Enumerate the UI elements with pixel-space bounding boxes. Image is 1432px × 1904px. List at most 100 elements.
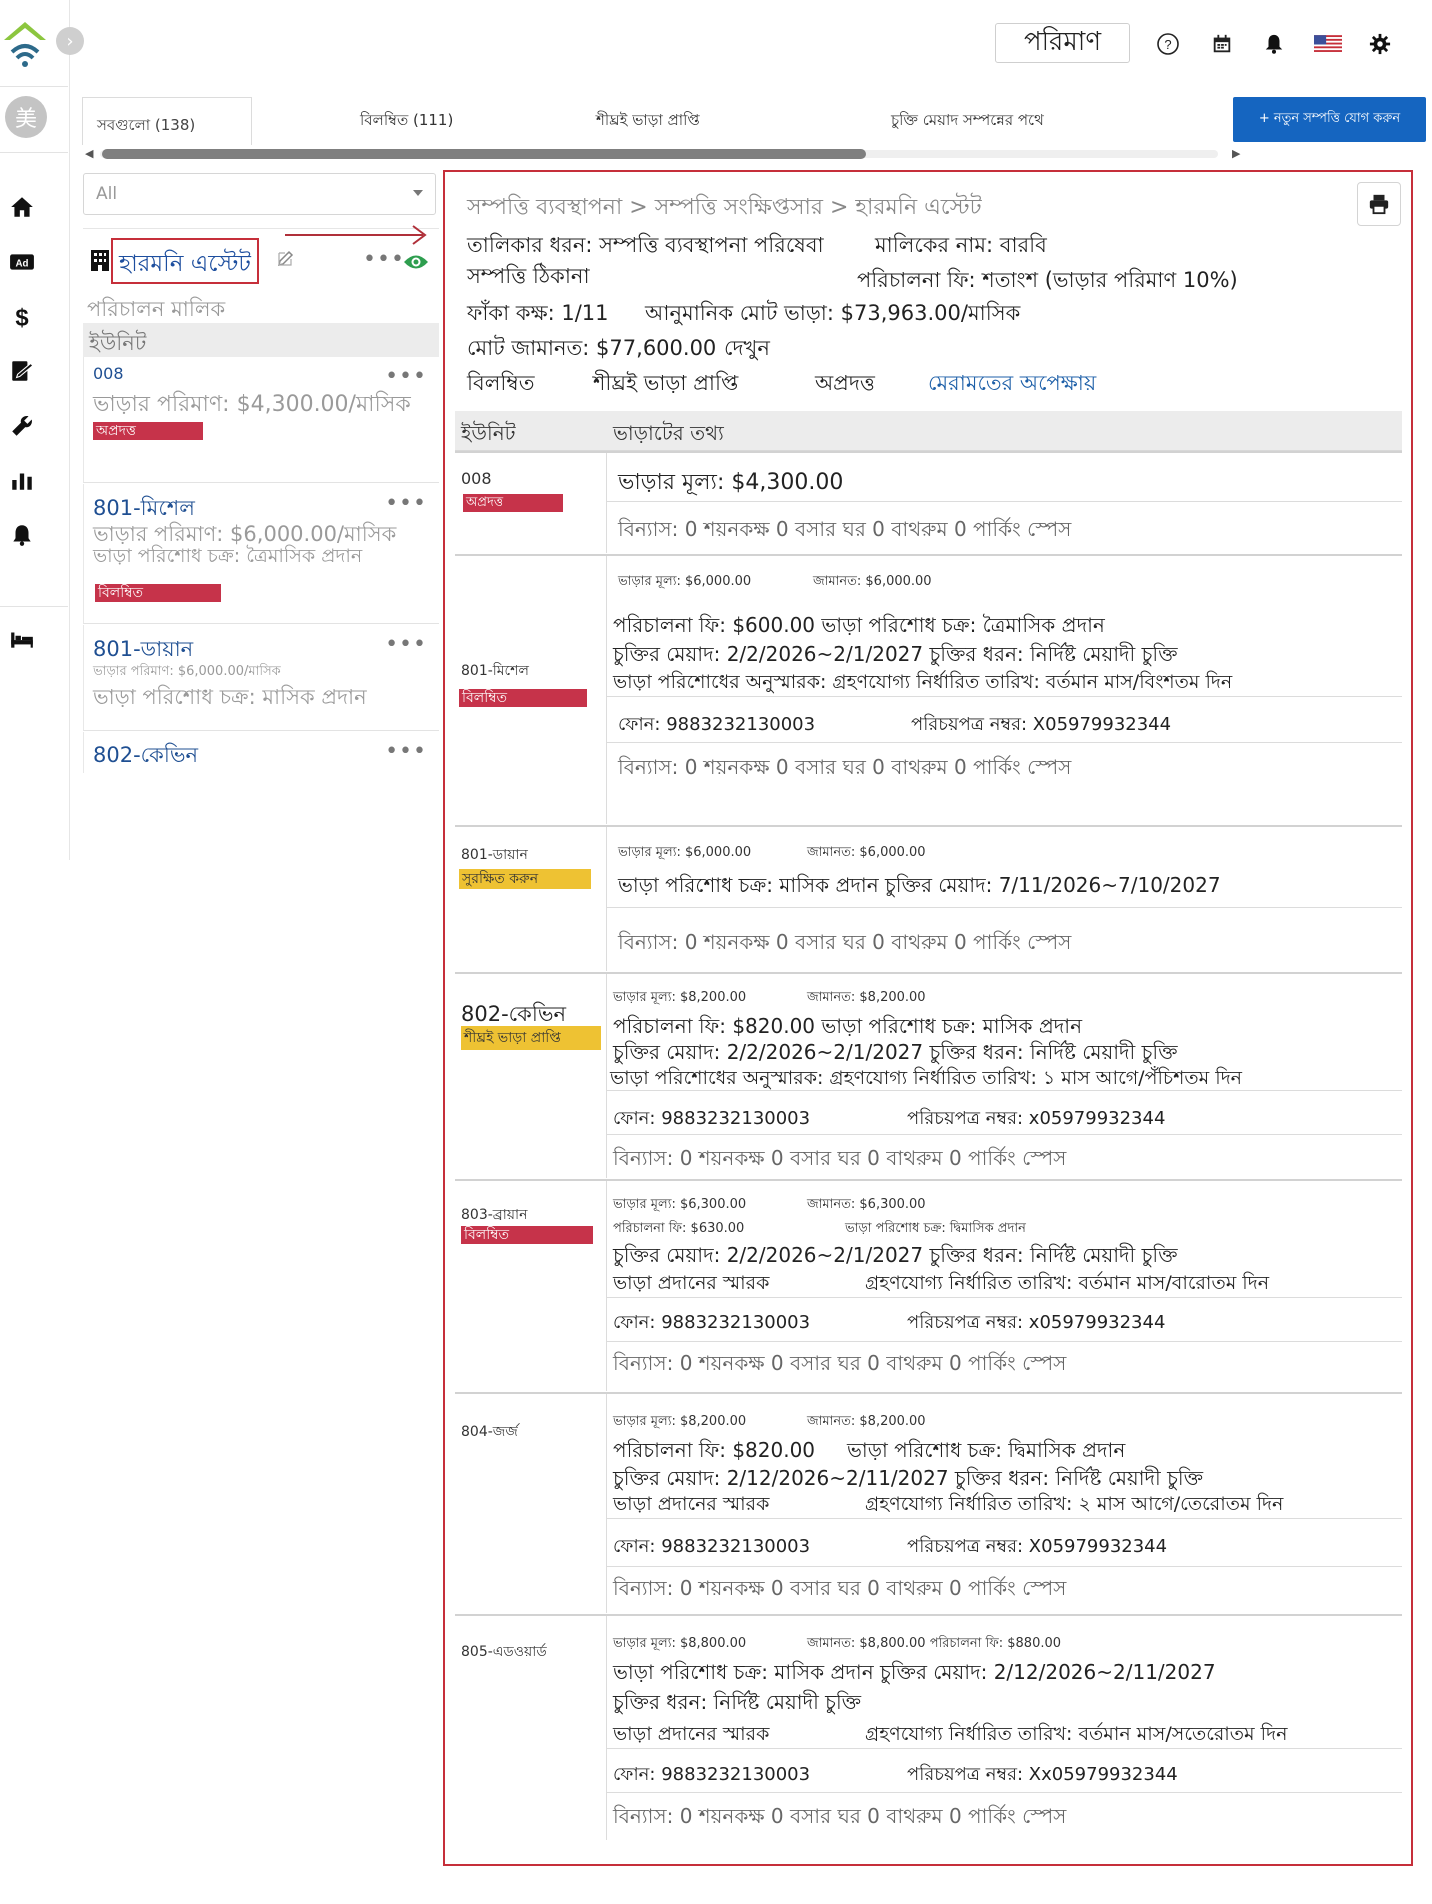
status-filter-pending-repair[interactable]: মেরামতের অপেক্ষায় xyxy=(928,367,1096,402)
unit-payment-cycle: ভাড়া পরিশোধ চক্র: মাসিক প্রদান xyxy=(93,685,367,709)
deposit-amount: জামানত: $6,000.00 xyxy=(813,574,932,589)
management-fee: পরিচালনা ফি: শতাংশ (ভাড়ার পরিমাণ 10%) xyxy=(857,268,1238,292)
row-unit-name: 801-ডায়ান xyxy=(461,847,528,863)
wrench-icon[interactable] xyxy=(9,413,35,439)
us-flag-icon[interactable] xyxy=(1313,30,1343,58)
more-options-icon[interactable]: ••• xyxy=(385,741,427,763)
tab-all-label: সবগুলো (138) xyxy=(97,116,196,134)
status-badge: সুরক্ষিত করুন xyxy=(459,869,591,889)
units-table-header: ইউনিট ভাড়াটের তথ্য xyxy=(455,411,1402,451)
status-badge: শীঘ্রই ভাড়া প্রাপ্তি xyxy=(461,1026,601,1050)
home-icon[interactable] xyxy=(9,194,35,220)
app-logo[interactable] xyxy=(2,18,48,68)
printer-icon xyxy=(1369,194,1389,215)
print-button[interactable] xyxy=(1357,182,1401,226)
property-name[interactable]: হারমনি এস্টেট xyxy=(111,238,259,284)
rent-price: ভাড়ার মূল্য: $8,800.00 xyxy=(613,1636,747,1651)
unit-layout: বিন্যাস: 0 শয়নকক্ষ 0 বসার ঘর 0 বাথরুম 0… xyxy=(613,1576,1067,1600)
status-filter-overdue[interactable]: বিলম্বিত xyxy=(467,367,534,402)
more-options-icon[interactable]: ••• xyxy=(385,366,427,388)
column-header-unit: ইউনিট xyxy=(461,421,516,445)
unit-list-item[interactable]: 801-ডায়ান ••• ভাড়ার পরিমাণ: $6,000.00/… xyxy=(83,625,439,731)
rail-divider xyxy=(0,606,68,607)
deposit-amount: জামানত: $8,200.00 xyxy=(807,990,926,1005)
scroll-right-arrow-icon[interactable]: ▶ xyxy=(1232,147,1240,160)
unit-name: 802-কেভিন xyxy=(93,743,199,767)
tab-overdue-label: বিলম্বিত (111) xyxy=(360,110,454,129)
tenant-phone: ফোন: 9883232130003 xyxy=(618,714,816,735)
avatar-text: 美 xyxy=(14,107,37,132)
row-divider xyxy=(607,501,1402,502)
ad-icon[interactable]: Ad xyxy=(9,249,35,275)
measure-button[interactable]: পরিমাণ xyxy=(995,23,1130,63)
table-row[interactable]: 804-জর্জ ভাড়ার মূল্য: $8,200.00 জামানত:… xyxy=(455,1392,1402,1613)
table-row[interactable]: 805-এডওয়ার্ড ভাড়ার মূল্য: $8,800.00 জা… xyxy=(455,1614,1402,1840)
bar-chart-icon[interactable] xyxy=(9,467,35,493)
row-divider xyxy=(607,1090,1402,1091)
property-filter-select[interactable]: All xyxy=(83,173,436,215)
payment-cycle: ভাড়া পরিশোধ চক্র: দ্বিমাসিক প্রদান xyxy=(845,1221,1026,1236)
management-fee: পরিচালনা ফি: $630.00 xyxy=(613,1221,745,1236)
tab-rent-due-soon-label: শীঘ্রই ভাড়া প্রাপ্তি xyxy=(596,110,700,129)
status-filter-rent-due-soon[interactable]: শীঘ্রই ভাড়া প্রাপ্তি xyxy=(593,367,738,402)
rent-price: ভাড়ার মূল্য: $4,300.00 xyxy=(618,470,844,495)
view-deposit-link[interactable]: দেখুন xyxy=(724,332,770,367)
contract-edit-icon[interactable] xyxy=(9,358,35,384)
row-divider xyxy=(607,1792,1402,1793)
filter-value: All xyxy=(96,184,118,204)
tenant-phone: ফোন: 9883232130003 xyxy=(613,1536,811,1557)
add-property-button[interactable]: + নতুন সম্পত্তি যোগ করুন xyxy=(1233,97,1426,142)
tabs-scrollbar[interactable]: ◀ ▶ xyxy=(82,147,1244,160)
more-options-icon[interactable]: ••• xyxy=(385,634,427,656)
chevron-right-icon[interactable]: › xyxy=(56,27,84,55)
vacancy-count: ফাঁকা কক্ষ: 1/11 xyxy=(467,301,609,325)
measure-button-label: পরিমাণ xyxy=(1023,27,1102,57)
unit-rent-amount: ভাড়ার পরিমাণ: $6,000.00/মাসিক xyxy=(93,664,281,679)
property-name-text: হারমনি এস্টেট xyxy=(119,251,251,277)
arrow-annotation xyxy=(285,225,427,245)
more-options-icon[interactable]: ••• xyxy=(363,249,405,271)
row-divider xyxy=(607,696,1402,697)
row-unit-name: 804-জর্জ xyxy=(461,1424,518,1440)
bell-icon[interactable] xyxy=(9,522,35,548)
chevron-down-icon xyxy=(413,190,423,196)
table-row[interactable]: 801-মিশেল বিলম্বিত ভাড়ার মূল্য: $6,000.… xyxy=(455,554,1402,824)
tab-all[interactable]: সবগুলো (138) xyxy=(82,97,252,145)
add-property-label: + নতুন সম্পত্তি যোগ করুন xyxy=(1258,111,1401,126)
unit-list-item[interactable]: 008 ••• ভাড়ার পরিমাণ: $4,300.00/মাসিক অ… xyxy=(83,357,439,483)
building-icon xyxy=(91,250,109,271)
unit-layout: বিন্যাস: 0 শয়নকক্ষ 0 বসার ঘর 0 বাথরুম 0… xyxy=(613,1351,1067,1375)
rent-price: ভাড়ার মূল্য: $6,300.00 xyxy=(613,1197,747,1212)
left-rail: 美 Ad $ xyxy=(0,0,70,860)
tab-lease-expiring[interactable]: চুক্তি মেয়াদ সম্পন্নের পথে xyxy=(891,97,1044,145)
tenant-id-number: পরিচয়পত্র নম্বর: Xx05979932344 xyxy=(907,1764,1178,1785)
dollar-icon[interactable]: $ xyxy=(9,304,35,332)
settings-gear-icon[interactable] xyxy=(1366,30,1394,58)
avatar[interactable]: 美 xyxy=(5,96,47,138)
bed-icon[interactable] xyxy=(9,626,35,652)
tenant-id-number: পরিচয়পত্র নম্বর: x05979932344 xyxy=(907,1108,1166,1129)
unit-list-item[interactable]: 801-মিশেল ••• ভাড়ার পরিমাণ: $6,000.00/ম… xyxy=(83,484,439,624)
rail-divider xyxy=(0,152,68,153)
table-row[interactable]: 801-ডায়ান সুরক্ষিত করুন ভাড়ার মূল্য: $… xyxy=(455,825,1402,971)
table-row[interactable]: 008 অপ্রদত্ত ভাড়ার মূল্য: $4,300.00 বিন… xyxy=(455,451,1402,553)
row-unit-name: 008 xyxy=(461,469,492,488)
listing-type: তালিকার ধরন: সম্পত্তি ব্যবস্থাপনা পরিষেব… xyxy=(467,233,824,257)
table-row[interactable]: 802-কেভিন শীঘ্রই ভাড়া প্রাপ্তি ভাড়ার ম… xyxy=(455,972,1402,1178)
scroll-left-arrow-icon[interactable]: ◀ xyxy=(85,147,93,160)
more-options-icon[interactable]: ••• xyxy=(385,493,427,515)
payment-cycle-and-lease-term: ভাড়া পরিশোধ চক্র: মাসিক প্রদান চুক্তির … xyxy=(618,873,1221,897)
status-filter-unpaid[interactable]: অপ্রদত্ত xyxy=(815,367,875,402)
tab-rent-due-soon[interactable]: শীঘ্রই ভাড়া প্রাপ্তি xyxy=(596,97,700,145)
unit-list-item[interactable]: 802-কেভিন ••• xyxy=(83,732,439,773)
row-unit-cell: 803-ব্রায়ান বিলম্বিত xyxy=(455,1181,607,1391)
tab-lease-expiring-label: চুক্তি মেয়াদ সম্পন্নের পথে xyxy=(891,110,1044,129)
tab-overdue[interactable]: বিলম্বিত (111) xyxy=(360,97,453,145)
table-row[interactable]: 803-ব্রায়ান বিলম্বিত ভাড়ার মূল্য: $6,3… xyxy=(455,1179,1402,1391)
notification-bell-icon[interactable] xyxy=(1260,30,1288,58)
unit-name: 008 xyxy=(93,364,124,383)
help-icon[interactable]: ? xyxy=(1154,30,1182,58)
scrollbar-thumb[interactable] xyxy=(102,149,866,159)
calendar-icon[interactable] xyxy=(1208,30,1236,58)
eye-icon[interactable] xyxy=(403,252,429,272)
